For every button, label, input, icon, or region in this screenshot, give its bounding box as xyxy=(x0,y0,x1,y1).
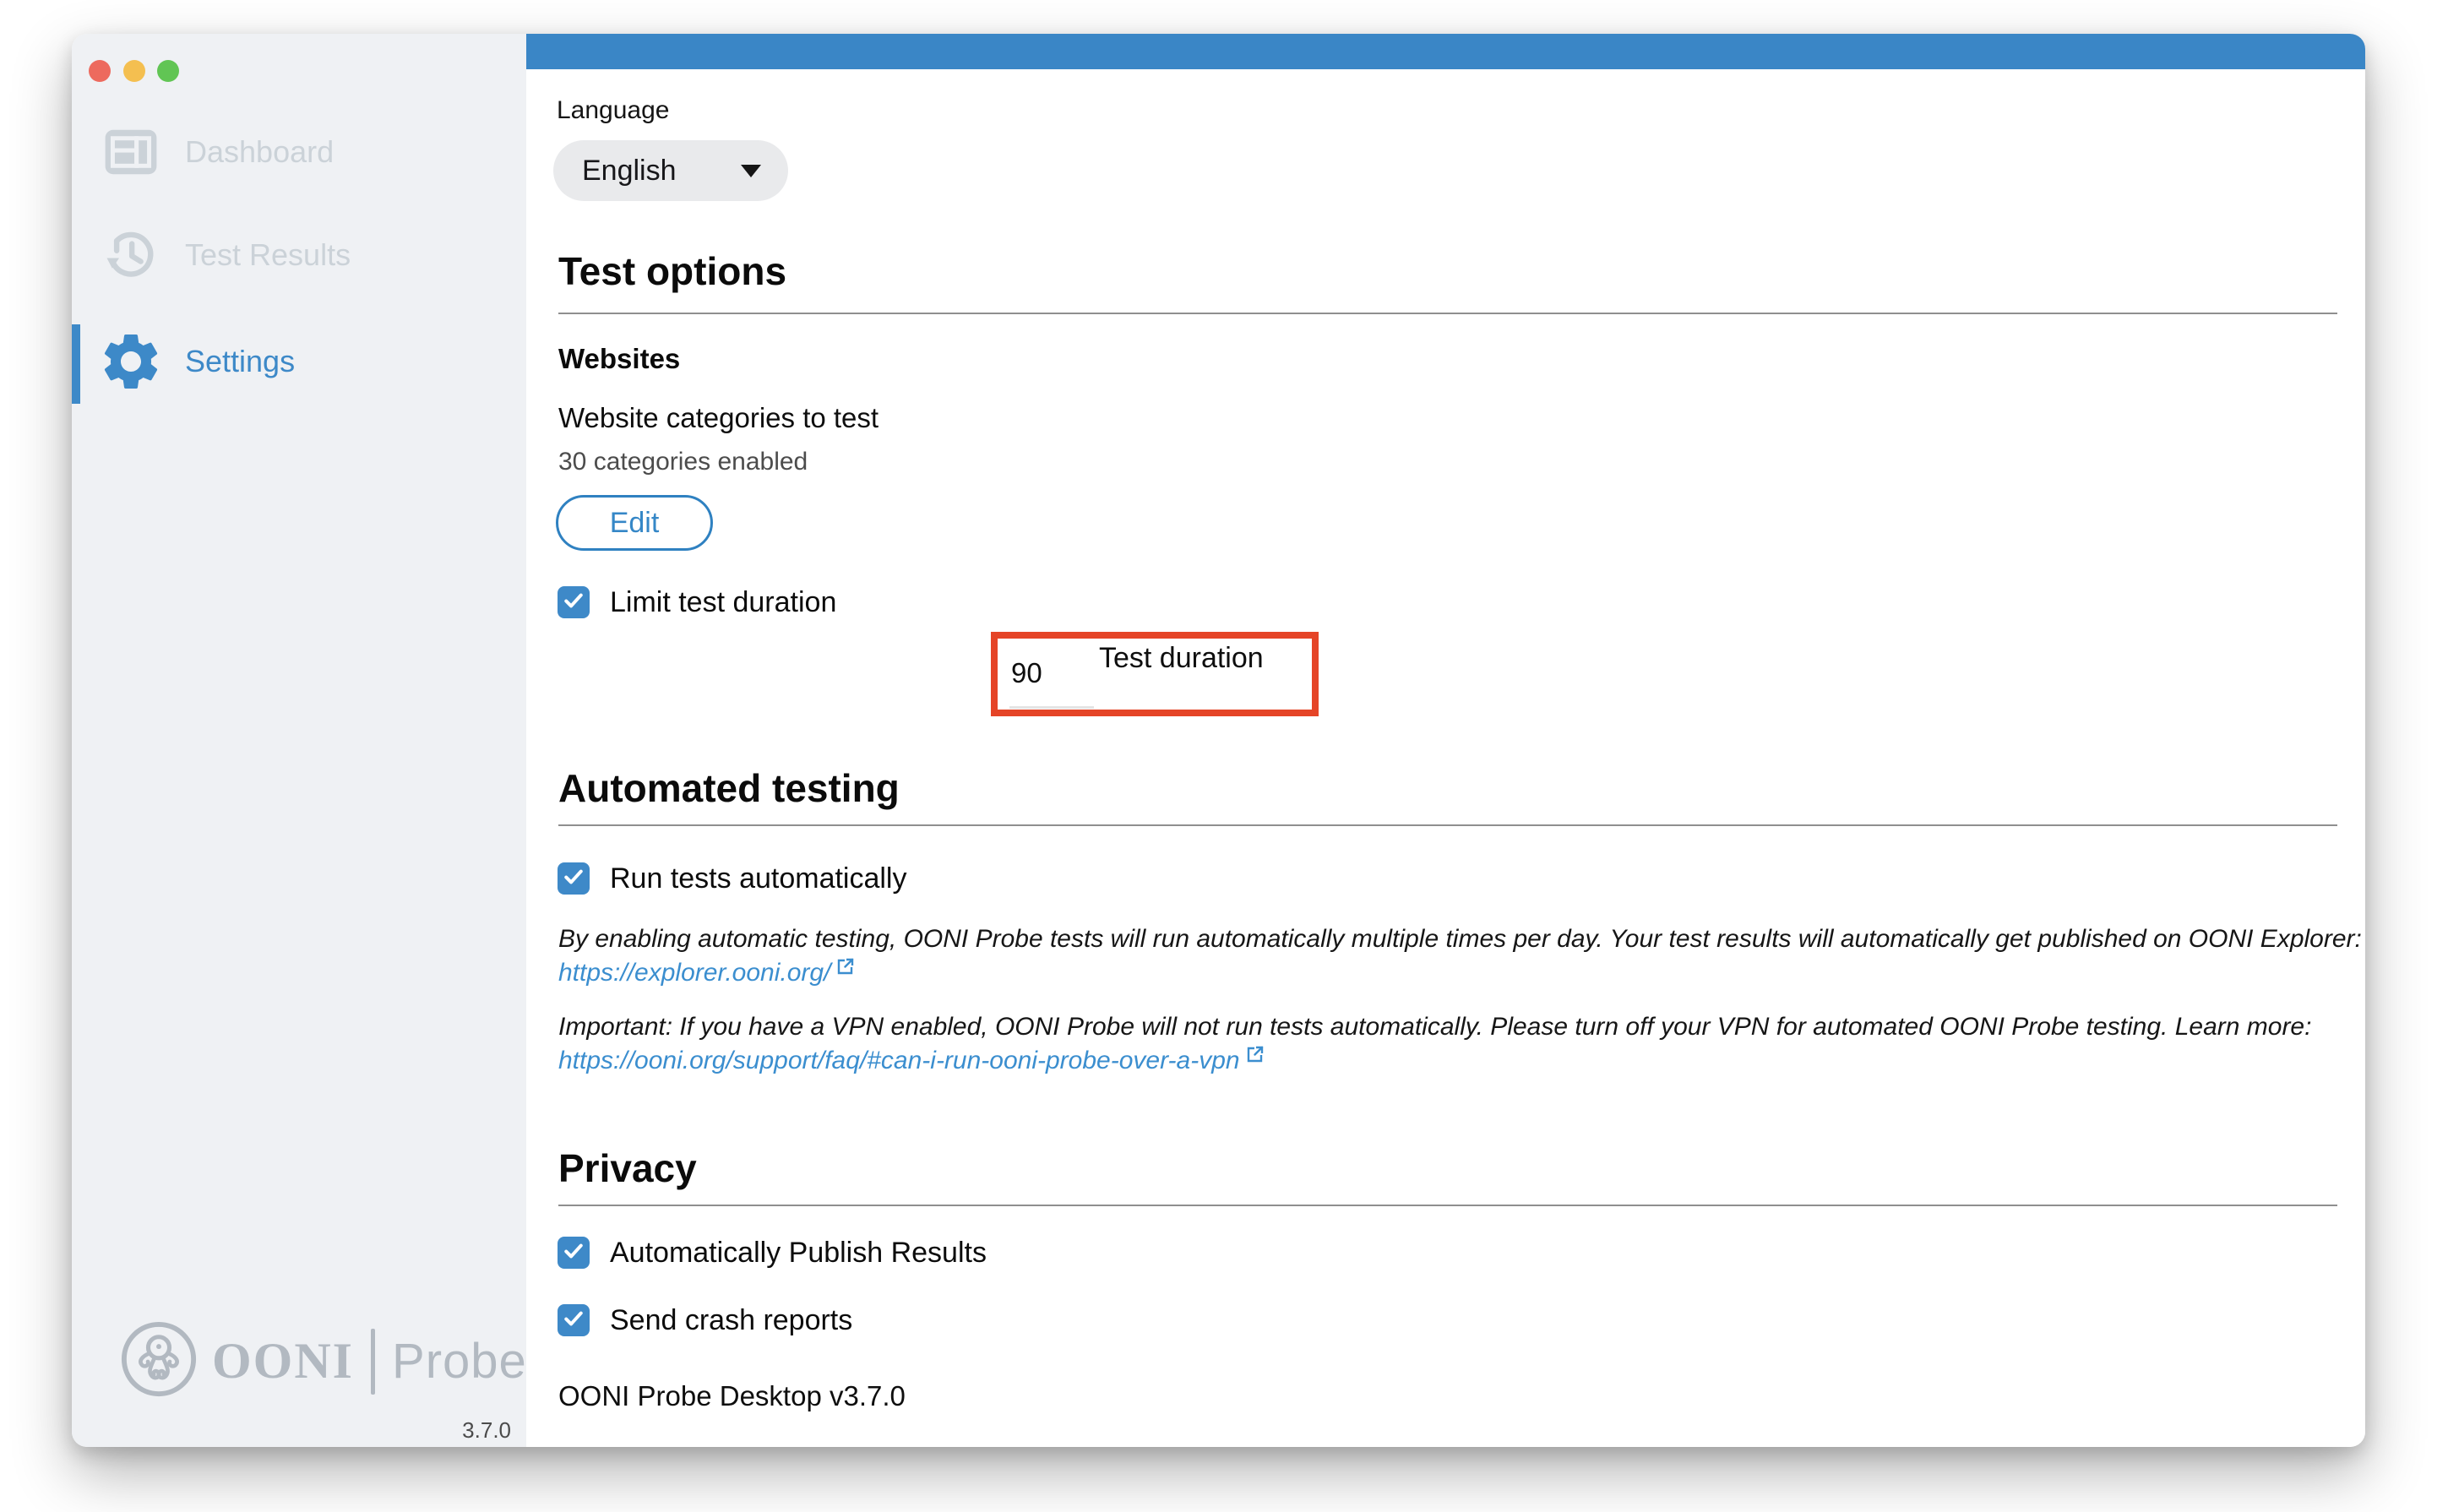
window-close-button[interactable] xyxy=(89,60,111,82)
vpn-faq-link-text: https://ooni.org/support/faq/#can-i-run-… xyxy=(558,1047,1240,1074)
test-duration-input[interactable]: 90 xyxy=(1011,657,1042,689)
window-minimize-button[interactable] xyxy=(123,60,145,82)
dashboard-icon xyxy=(97,128,165,177)
active-item-indicator xyxy=(72,324,80,404)
vpn-note-text: Important: If you have a VPN enabled, OO… xyxy=(558,1013,2312,1041)
limit-test-duration-label: Limit test duration xyxy=(610,585,837,618)
language-select[interactable]: English xyxy=(553,140,788,201)
window-zoom-button[interactable] xyxy=(157,60,179,82)
section-divider xyxy=(558,313,2337,314)
checkmark-icon xyxy=(562,1307,585,1335)
history-clock-icon xyxy=(97,228,165,282)
section-divider xyxy=(558,824,2337,826)
section-heading-test-options: Test options xyxy=(558,249,787,293)
test-duration-label: Test duration xyxy=(1099,642,1264,674)
sidebar-item-settings[interactable]: Settings xyxy=(72,325,526,398)
input-underline xyxy=(1009,706,1094,709)
sidebar-item-test-results[interactable]: Test Results xyxy=(72,219,526,291)
app-version-text: OONI Probe Desktop v3.7.0 xyxy=(558,1380,906,1411)
sidebar-item-label: Settings xyxy=(185,344,296,378)
explorer-note-paragraph: By enabling automatic testing, OONI Prob… xyxy=(558,922,2362,990)
app-window: Dashboard Test Results Settings OONI Pro… xyxy=(72,34,2365,1447)
send-crash-reports-row: Send crash reports xyxy=(558,1302,852,1339)
logo-divider xyxy=(371,1328,376,1395)
external-link-icon xyxy=(1245,1040,1265,1074)
send-crash-reports-checkbox[interactable] xyxy=(558,1304,590,1336)
external-link-icon xyxy=(835,952,856,986)
language-selected-value: English xyxy=(582,154,677,187)
settings-page: Language English Test options Websites W… xyxy=(526,34,2365,1447)
chevron-down-icon xyxy=(741,164,761,177)
checkmark-icon xyxy=(562,865,585,893)
limit-test-duration-checkbox[interactable] xyxy=(558,586,590,618)
probe-wordmark: Probe xyxy=(392,1334,527,1389)
screenshot-canvas: Dashboard Test Results Settings OONI Pro… xyxy=(0,0,2448,1512)
vpn-note-paragraph: Important: If you have a VPN enabled, OO… xyxy=(558,1010,2311,1078)
checkmark-icon xyxy=(562,1239,585,1267)
publish-results-row: Automatically Publish Results xyxy=(558,1234,987,1271)
limit-test-duration-row: Limit test duration xyxy=(558,584,836,621)
sidebar-item-label: Test Results xyxy=(185,237,351,272)
ooni-logo: OONI Probe xyxy=(119,1319,527,1403)
ooni-octopus-icon xyxy=(119,1319,199,1403)
send-crash-reports-label: Send crash reports xyxy=(610,1303,853,1336)
section-heading-privacy: Privacy xyxy=(558,1146,697,1190)
run-tests-automatically-label: Run tests automatically xyxy=(610,862,907,895)
sidebar-item-dashboard[interactable]: Dashboard xyxy=(72,116,526,188)
vpn-faq-link[interactable]: https://ooni.org/support/faq/#can-i-run-… xyxy=(558,1044,2311,1078)
section-divider xyxy=(558,1205,2337,1206)
explorer-link[interactable]: https://explorer.ooni.org/ xyxy=(558,956,2362,990)
language-label: Language xyxy=(557,96,670,124)
explorer-note-text: By enabling automatic testing, OONI Prob… xyxy=(558,925,2362,953)
run-tests-automatically-row: Run tests automatically xyxy=(558,860,907,897)
annotation-highlight-rect: Test duration 90 xyxy=(991,632,1319,716)
edit-categories-button[interactable]: Edit xyxy=(556,495,713,551)
sidebar-version: 3.7.0 xyxy=(462,1417,511,1443)
publish-results-label: Automatically Publish Results xyxy=(610,1236,987,1269)
sidebar-item-label: Dashboard xyxy=(185,134,335,169)
section-heading-automated-testing: Automated testing xyxy=(558,766,900,810)
checkmark-icon xyxy=(562,589,585,617)
publish-results-checkbox[interactable] xyxy=(558,1237,590,1269)
explorer-link-text: https://explorer.ooni.org/ xyxy=(558,959,831,987)
website-categories-label: Website categories to test xyxy=(558,402,879,433)
categories-enabled-status: 30 categories enabled xyxy=(558,448,808,476)
app-header-bar xyxy=(526,34,2365,69)
ooni-wordmark: OONI xyxy=(212,1333,355,1389)
run-tests-automatically-checkbox[interactable] xyxy=(558,862,590,895)
sidebar: Dashboard Test Results Settings OONI Pro… xyxy=(72,34,526,1447)
gear-icon xyxy=(97,328,165,395)
websites-subheading: Websites xyxy=(558,343,681,374)
